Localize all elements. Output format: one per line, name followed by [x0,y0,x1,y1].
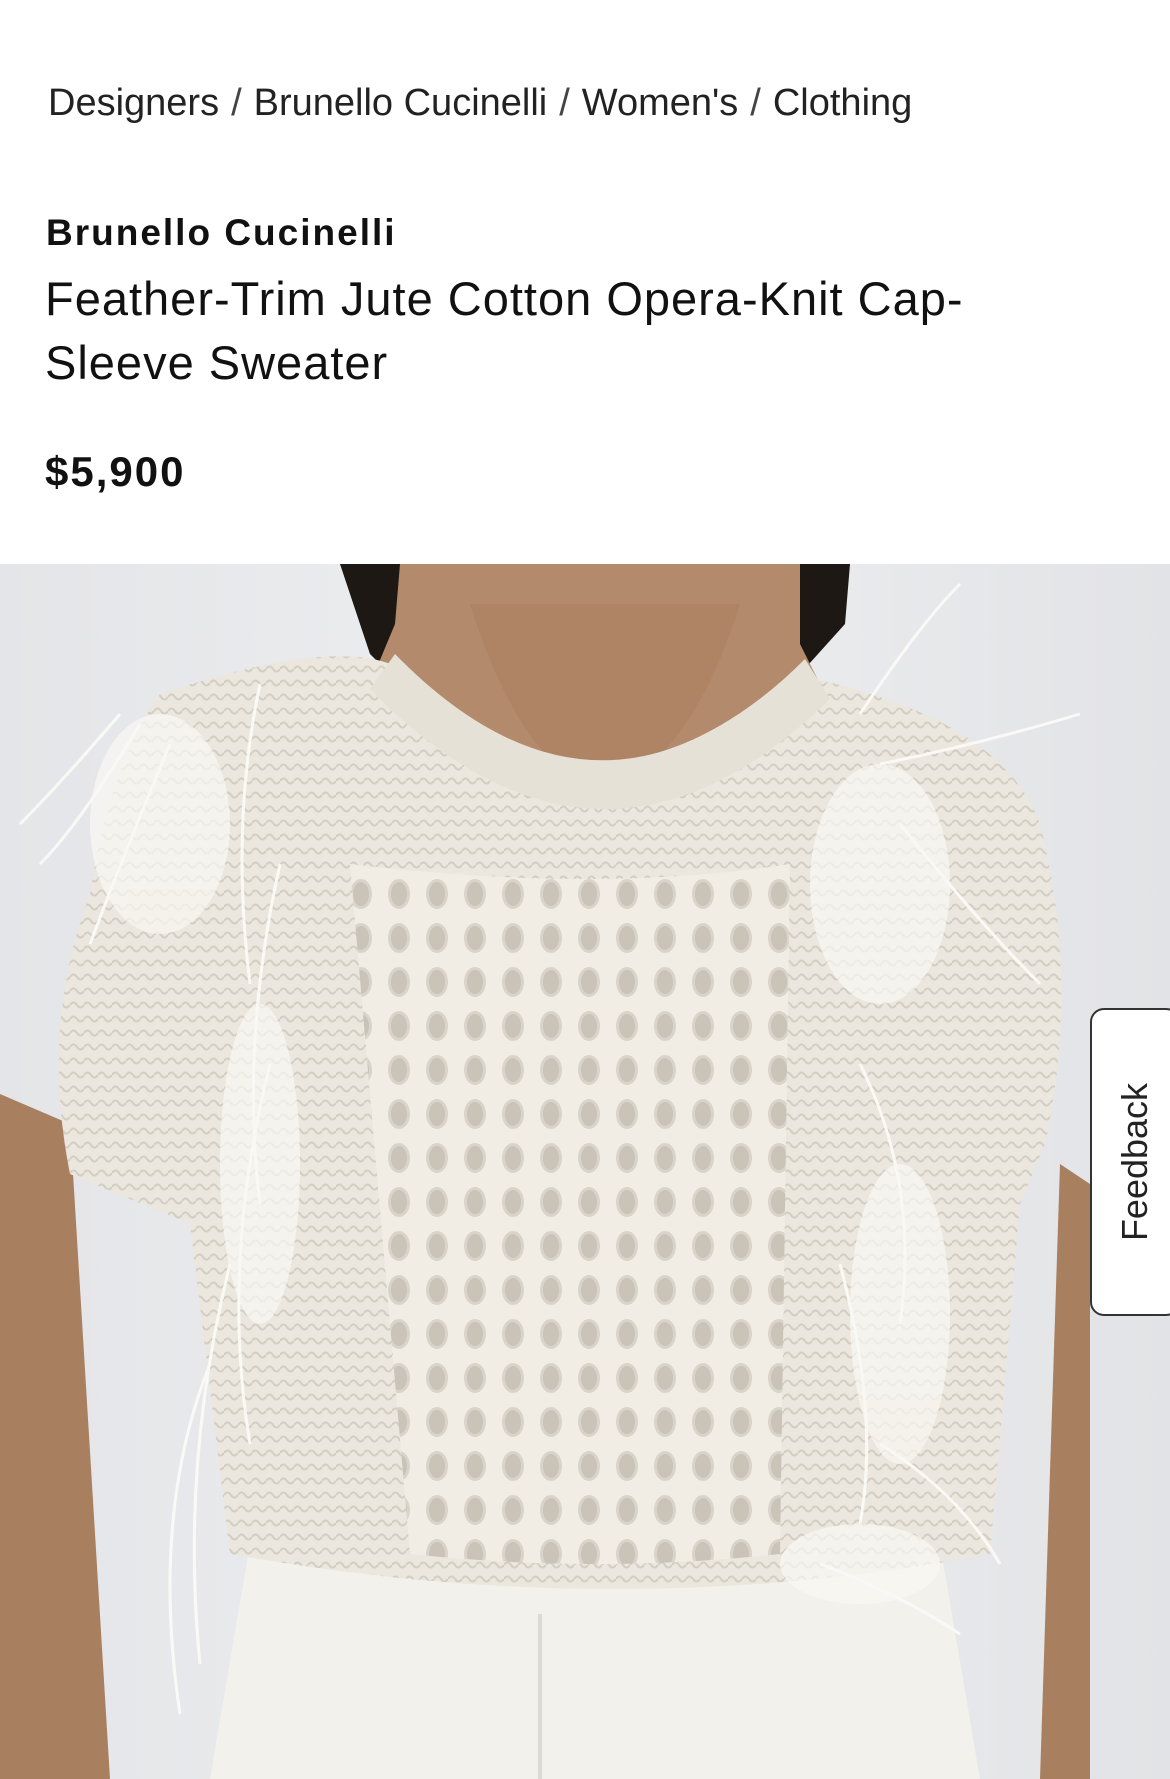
breadcrumb: Designers / Brunello Cucinelli / Women's / Clo… [48,82,912,125]
sweater-mesh-panel [350,864,790,1564]
breadcrumb-designers[interactable]: Designers [48,82,219,124]
breadcrumb-clothing[interactable]: Clothing [773,82,912,124]
breadcrumb-womens[interactable]: Women's [582,82,739,124]
feedback-button[interactable]: Feedback [1090,1008,1170,1316]
product-price: $5,900 [45,448,186,495]
breadcrumb-separator: / [559,82,570,124]
breadcrumb-separator: / [231,82,242,124]
product-title: Feather-Trim Jute Cotton Opera-Knit Cap-… [45,272,964,389]
product-image[interactable] [0,564,1170,1779]
product-brand[interactable]: Brunello Cucinelli [46,212,397,254]
sweater-photo [0,564,1170,1779]
breadcrumb-separator: / [750,82,761,124]
breadcrumb-brand[interactable]: Brunello Cucinelli [254,82,548,124]
feedback-label: Feedback [1114,1082,1155,1242]
product-page: Designers / Brunello Cucinelli / Women's / Clo… [0,0,1170,1779]
